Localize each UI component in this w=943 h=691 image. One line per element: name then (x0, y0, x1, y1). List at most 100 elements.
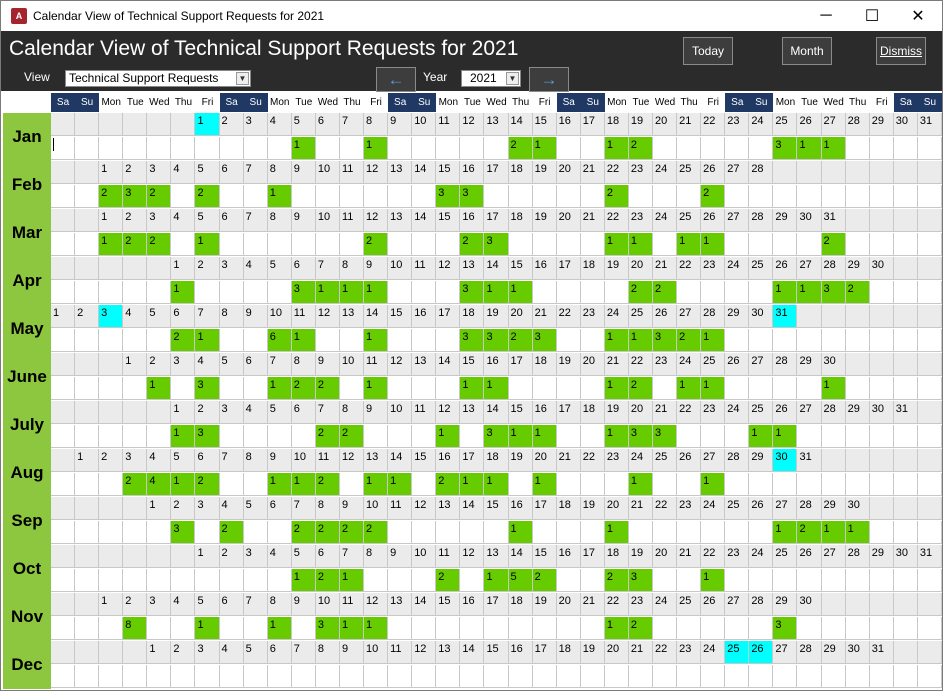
request-count-cell[interactable] (556, 233, 581, 256)
request-count-cell[interactable]: 3 (123, 185, 148, 208)
day-cell[interactable]: 17 (556, 401, 581, 424)
request-count-cell[interactable] (123, 329, 148, 352)
day-cell[interactable]: 10 (291, 449, 316, 472)
request-count-cell[interactable]: 3 (195, 425, 220, 448)
request-count-cell[interactable] (677, 185, 702, 208)
day-cell[interactable]: 10 (364, 497, 389, 520)
request-count-cell[interactable] (267, 281, 292, 304)
request-count-cell[interactable] (773, 329, 798, 352)
request-count-cell[interactable] (725, 425, 750, 448)
request-count-cell[interactable] (388, 569, 413, 592)
request-count-cell[interactable] (773, 473, 798, 496)
day-cell[interactable]: 7 (267, 353, 292, 376)
day-cell[interactable]: 23 (628, 593, 653, 616)
day-cell[interactable]: 15 (388, 305, 413, 328)
request-count-cell[interactable]: 2 (123, 233, 148, 256)
request-count-cell[interactable]: 1 (147, 377, 172, 400)
day-cell[interactable]: 30 (869, 401, 894, 424)
day-cell[interactable]: 31 (917, 545, 942, 568)
day-cell[interactable]: 29 (725, 305, 750, 328)
day-cell[interactable]: 15 (436, 209, 461, 232)
day-cell[interactable]: 1 (195, 545, 220, 568)
request-count-cell[interactable] (339, 473, 365, 496)
day-cell[interactable]: 1 (99, 161, 124, 184)
day-cell[interactable]: 13 (388, 161, 413, 184)
day-cell[interactable]: 28 (749, 161, 774, 184)
day-cell[interactable]: 11 (412, 401, 437, 424)
day-cell[interactable]: 22 (701, 113, 726, 136)
request-count-cell[interactable]: 1 (677, 377, 702, 400)
day-cell[interactable]: 9 (339, 497, 365, 520)
day-cell[interactable]: 17 (580, 113, 605, 136)
day-cell[interactable]: 24 (701, 641, 726, 664)
day-cell[interactable]: 12 (460, 545, 485, 568)
request-count-cell[interactable] (532, 521, 557, 544)
day-cell[interactable]: 22 (604, 209, 629, 232)
request-count-cell[interactable] (725, 377, 750, 400)
day-cell[interactable]: 3 (195, 641, 220, 664)
prev-year-button[interactable]: ← (376, 67, 416, 92)
request-count-cell[interactable] (436, 281, 461, 304)
day-cell[interactable]: 7 (243, 593, 268, 616)
day-cell[interactable]: 24 (677, 353, 702, 376)
request-count-cell[interactable] (677, 281, 702, 304)
request-count-cell[interactable] (219, 137, 244, 160)
day-cell[interactable]: 18 (484, 449, 509, 472)
day-cell[interactable]: 28 (845, 113, 870, 136)
request-count-cell[interactable]: 3 (291, 281, 316, 304)
day-cell[interactable]: 3 (123, 449, 148, 472)
request-count-cell[interactable]: 1 (845, 521, 870, 544)
request-count-cell[interactable]: 1 (388, 473, 413, 496)
request-count-cell[interactable] (388, 233, 413, 256)
day-cell[interactable]: 7 (243, 161, 268, 184)
day-cell[interactable]: 15 (532, 113, 557, 136)
request-count-cell[interactable] (171, 185, 196, 208)
request-count-cell[interactable] (556, 665, 581, 688)
request-count-cell[interactable] (556, 617, 581, 640)
request-count-cell[interactable]: 3 (484, 329, 509, 352)
day-cell[interactable]: 23 (628, 209, 653, 232)
day-cell[interactable]: 25 (677, 209, 702, 232)
request-count-cell[interactable] (291, 233, 316, 256)
request-count-cell[interactable] (508, 377, 533, 400)
day-cell[interactable]: 24 (604, 305, 629, 328)
request-count-cell[interactable] (869, 569, 894, 592)
request-count-cell[interactable] (532, 281, 557, 304)
day-cell[interactable]: 19 (508, 449, 533, 472)
request-count-cell[interactable]: 3 (460, 329, 485, 352)
day-cell[interactable]: 17 (556, 257, 581, 280)
request-count-cell[interactable]: 1 (364, 281, 389, 304)
request-count-cell[interactable] (484, 665, 509, 688)
day-cell[interactable]: 14 (412, 209, 437, 232)
request-count-cell[interactable] (388, 521, 413, 544)
request-count-cell[interactable] (436, 377, 461, 400)
day-cell[interactable]: 2 (195, 257, 220, 280)
request-count-cell[interactable]: 1 (267, 185, 292, 208)
day-cell[interactable]: 27 (773, 641, 798, 664)
request-count-cell[interactable] (749, 569, 774, 592)
day-cell[interactable]: 18 (508, 593, 533, 616)
request-count-cell[interactable]: 1 (773, 281, 798, 304)
day-cell[interactable]: 7 (243, 209, 268, 232)
request-count-cell[interactable]: 2 (628, 137, 653, 160)
day-cell[interactable]: 7 (315, 257, 340, 280)
day-cell[interactable]: 30 (773, 449, 798, 472)
request-count-cell[interactable] (484, 617, 509, 640)
day-cell[interactable]: 25 (653, 449, 678, 472)
request-count-cell[interactable]: 1 (701, 473, 726, 496)
request-count-cell[interactable] (460, 521, 485, 544)
day-cell[interactable]: 19 (604, 401, 629, 424)
request-count-cell[interactable] (267, 569, 292, 592)
day-cell[interactable]: 4 (243, 257, 268, 280)
day-cell[interactable]: 5 (243, 641, 268, 664)
request-count-cell[interactable]: 1 (532, 473, 557, 496)
request-count-cell[interactable] (412, 473, 437, 496)
day-cell[interactable]: 11 (436, 545, 461, 568)
day-cell[interactable]: 30 (869, 257, 894, 280)
day-cell[interactable]: 25 (773, 113, 798, 136)
day-cell[interactable]: 27 (701, 449, 726, 472)
request-count-cell[interactable] (797, 665, 822, 688)
request-count-cell[interactable]: 1 (532, 137, 557, 160)
request-count-cell[interactable]: 1 (364, 137, 389, 160)
day-cell[interactable]: 23 (701, 401, 726, 424)
